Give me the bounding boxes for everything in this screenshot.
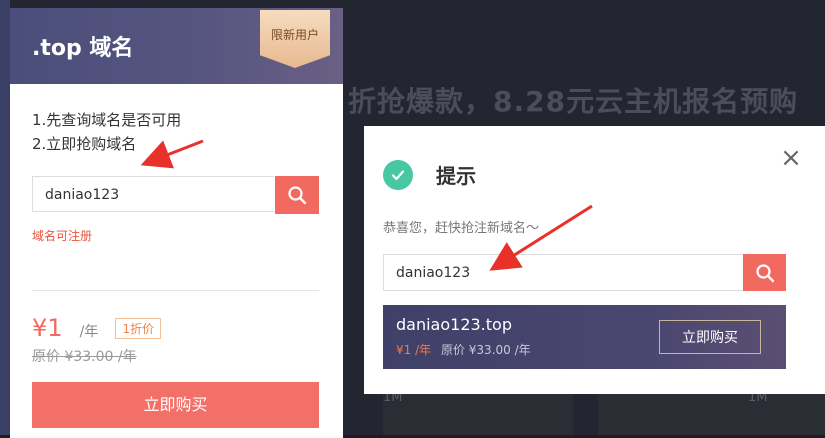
result-buy-button[interactable]: 立即购买 xyxy=(659,320,761,354)
check-circle-icon xyxy=(383,160,413,190)
price-row: ¥1 /年 1折价 xyxy=(32,314,162,342)
original-price: 原价 ¥33.00 /年 xyxy=(32,349,137,365)
result-card: daniao123.top ¥1 /年 原价 ¥33.00 /年 立即购买 xyxy=(383,305,786,369)
card-title: .top 域名 xyxy=(32,36,134,61)
availability-status: 域名可注册 xyxy=(32,229,93,243)
domain-search-input[interactable]: daniao123 xyxy=(32,176,274,212)
domain-search-button[interactable] xyxy=(275,176,319,214)
notice-dialog: 提示 × 恭喜您，赶快抢注新域名～ daniao123 daniao123.to… xyxy=(364,126,825,394)
dialog-search-input[interactable]: daniao123 xyxy=(383,254,743,291)
divider xyxy=(32,290,319,291)
new-user-ribbon: 限新用户 xyxy=(260,10,330,68)
congrats-message: 恭喜您，赶快抢注新域名～ xyxy=(383,221,540,236)
discount-badge: 1折价 xyxy=(115,318,162,339)
result-price: ¥1 /年 xyxy=(396,343,432,357)
buy-now-button[interactable]: 立即购买 xyxy=(32,382,319,428)
search-icon xyxy=(288,186,307,205)
dialog-title: 提示 xyxy=(436,164,476,188)
left-edge xyxy=(0,0,10,435)
close-icon[interactable]: × xyxy=(779,145,803,171)
dialog-search-button[interactable] xyxy=(743,254,786,291)
search-icon xyxy=(755,263,774,282)
check-icon xyxy=(391,170,405,181)
card-header: .top 域名 限新用户 xyxy=(10,8,343,84)
step-1: 1.先查询域名是否可用 xyxy=(32,111,182,129)
price-unit: /年 xyxy=(79,324,99,340)
result-price-row: ¥1 /年 原价 ¥33.00 /年 xyxy=(396,341,531,358)
background-banner-text: 折抢爆款，8.28元云主机报名预购 xyxy=(348,85,799,118)
result-original-price: 原价 ¥33.00 /年 xyxy=(440,343,531,357)
ribbon-label: 限新用户 xyxy=(270,28,319,42)
steps-list: 1.先查询域名是否可用 2.立即抢购域名 xyxy=(32,108,181,156)
step-2: 2.立即抢购域名 xyxy=(32,135,137,153)
result-domain: daniao123.top xyxy=(396,315,512,334)
price: ¥1 xyxy=(32,314,63,342)
domain-card: .top 域名 限新用户 1.先查询域名是否可用 2.立即抢购域名 daniao… xyxy=(10,8,343,438)
